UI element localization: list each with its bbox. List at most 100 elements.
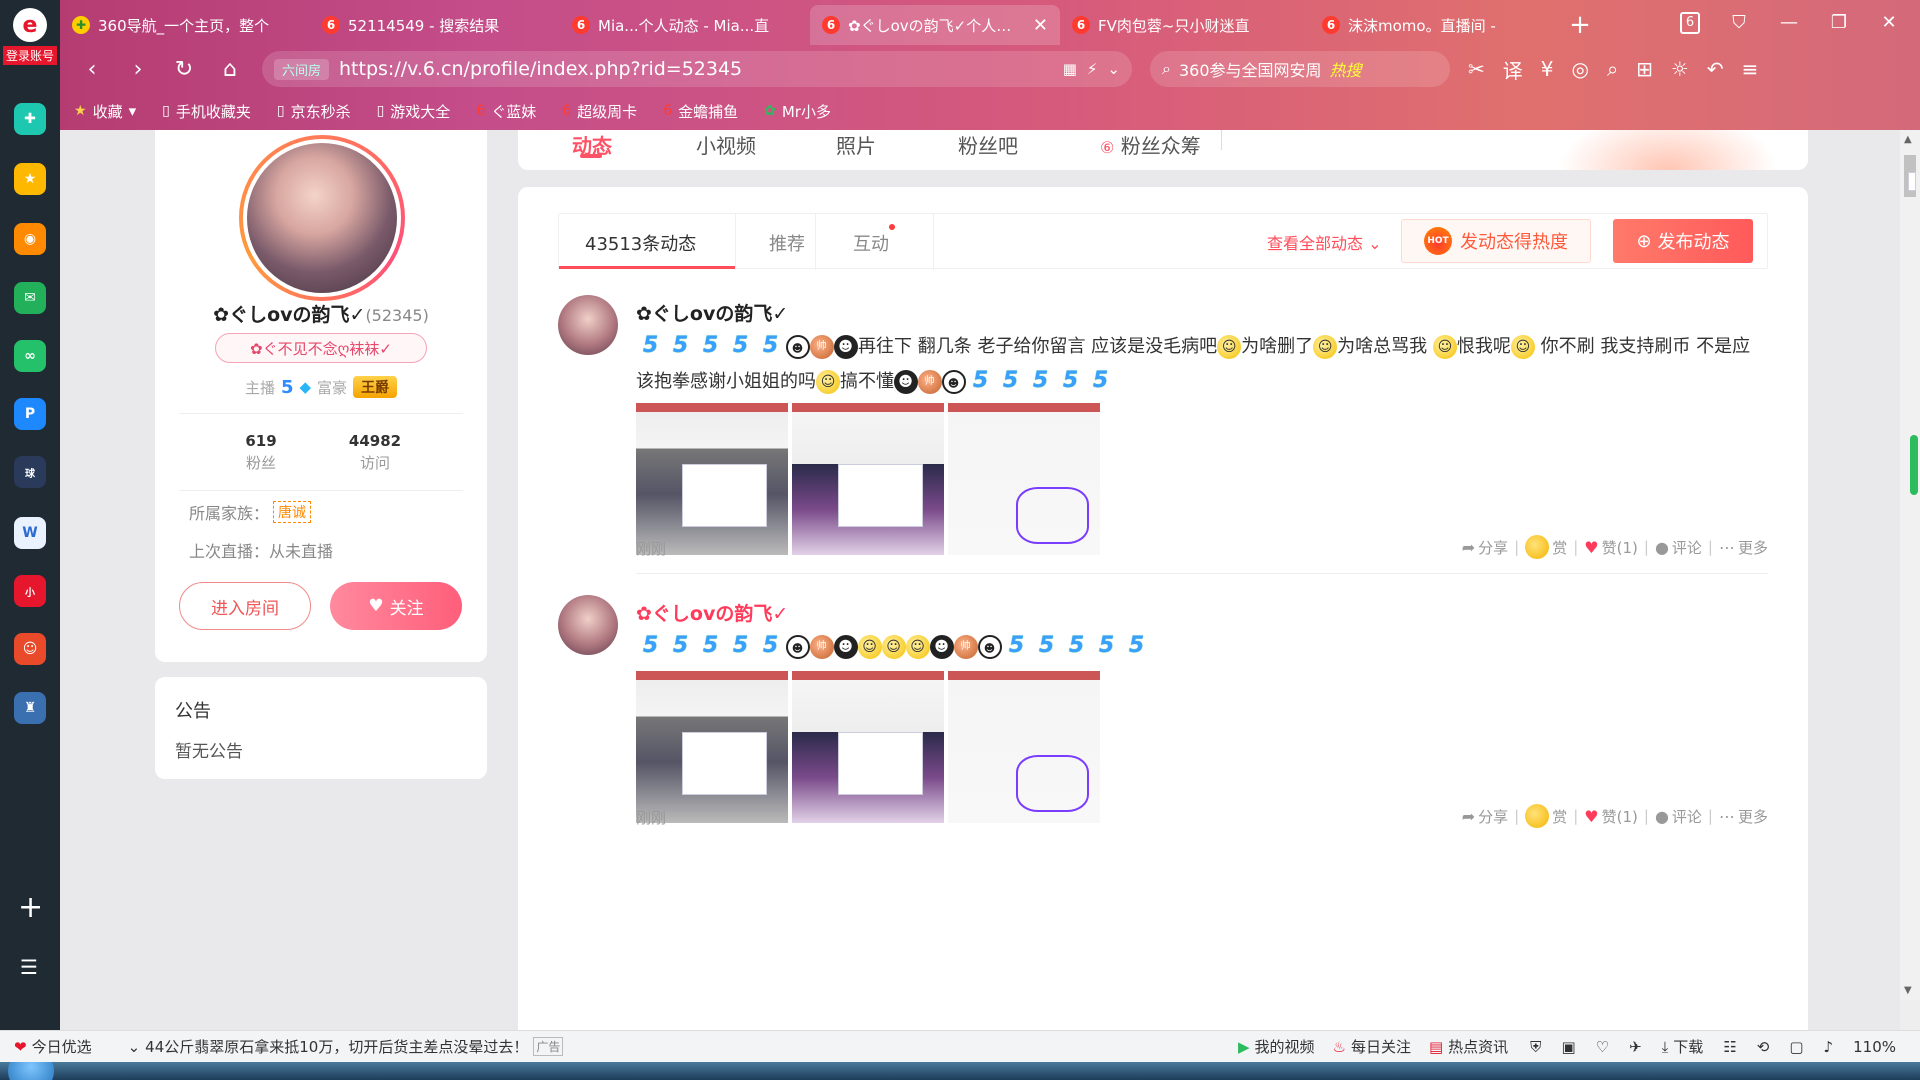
link-app-icon[interactable]: ∞: [14, 340, 46, 372]
bookmark-item[interactable]: ★ 收藏 ▾: [74, 101, 136, 122]
game-app-icon[interactable]: 球: [14, 456, 46, 488]
post-author[interactable]: ✿ぐしovの韵飞✓: [636, 299, 788, 326]
post-image[interactable]: [948, 671, 1100, 823]
volume-icon[interactable]: ♪: [1824, 1038, 1834, 1056]
shield-icon[interactable]: ⛨: [1530, 1038, 1541, 1056]
post-author[interactable]: ✿ぐしovの韵飞✓: [636, 599, 788, 626]
browser-tab[interactable]: 6 沫沫momo。直播间 -: [1310, 5, 1560, 45]
download-button[interactable]: ⤓ 下载: [1662, 1036, 1704, 1057]
hot-post-button[interactable]: HOT 发动态得热度: [1401, 219, 1591, 263]
minimize-button[interactable]: —: [1778, 12, 1800, 33]
more-button[interactable]: ⋯ 更多: [1719, 537, 1768, 558]
subtab-interact[interactable]: 互动: [853, 230, 889, 256]
start-button[interactable]: [8, 1062, 54, 1080]
today-picks[interactable]: ❤ 今日优选: [14, 1036, 92, 1057]
forward-icon[interactable]: ›: [124, 57, 152, 82]
bookmark-item[interactable]: ✿ Mr小多: [764, 101, 831, 122]
browser-tab[interactable]: 6 52114549 - 搜索结果: [310, 5, 560, 45]
my-video-button[interactable]: ▶ 我的视频: [1238, 1036, 1315, 1057]
sidebar-menu-icon[interactable]: ☰: [20, 955, 38, 979]
undo-icon[interactable]: ↶: [1707, 57, 1724, 81]
like-button[interactable]: ♥ 赞(1): [1584, 806, 1638, 827]
profile-tag[interactable]: ✿ぐ不见不念ღ袜袜✓: [215, 333, 427, 363]
browser-tab[interactable]: ✚ 360导航_一个主页，整个: [60, 5, 310, 45]
post-image[interactable]: [792, 671, 944, 823]
browser-tab[interactable]: 6 Mia...个人动态 - Mia...直: [560, 5, 810, 45]
tab-count-icon[interactable]: 6: [1680, 11, 1700, 34]
brightness-icon[interactable]: ☼: [1671, 57, 1689, 81]
add-app-icon[interactable]: +: [18, 890, 43, 925]
subtab-recommend[interactable]: 推荐: [769, 230, 805, 256]
weibo-logo[interactable]: e 登录账号: [3, 8, 58, 68]
reward-button[interactable]: 赏: [1525, 535, 1567, 559]
share-button[interactable]: ➦ 分享: [1462, 537, 1508, 558]
post-image[interactable]: [792, 403, 944, 555]
post-image[interactable]: [948, 403, 1100, 555]
scissors-icon[interactable]: ✂: [1468, 57, 1485, 81]
address-bar[interactable]: 六间房 https://v.6.cn/profile/index.php?rid…: [262, 51, 1132, 87]
avatar[interactable]: [239, 135, 405, 301]
scroll-down-icon[interactable]: ▼: [1904, 985, 1912, 996]
browser-tab-active[interactable]: 6 ✿ぐしovの韵飞✓个人动态 ✕: [810, 5, 1060, 45]
layout-icon[interactable]: ☷: [1723, 1038, 1736, 1056]
bookmark-item[interactable]: ▯ 游戏大全: [377, 101, 451, 122]
translate-icon[interactable]: 译: [1503, 55, 1523, 84]
apps-grid-icon[interactable]: ⊞: [1636, 57, 1653, 81]
bookmark-item[interactable]: 6 ぐ蓝妹: [476, 101, 536, 122]
window-icon[interactable]: ▢: [1789, 1038, 1803, 1056]
bookmark-item[interactable]: ▯ 手机收藏夹: [162, 101, 251, 122]
post-image[interactable]: [636, 403, 788, 555]
heart-outline-icon[interactable]: ♡: [1596, 1038, 1609, 1056]
mail-icon[interactable]: ✉: [14, 282, 46, 314]
share-button[interactable]: ➦ 分享: [1462, 806, 1508, 827]
menu-icon[interactable]: ≡: [1742, 57, 1759, 81]
publish-button[interactable]: ⊕ 发布动态: [1613, 219, 1753, 263]
restore-button[interactable]: ❐: [1828, 12, 1850, 33]
bookmark-item[interactable]: 6 金蟾捕鱼: [663, 101, 738, 122]
castle-game-icon[interactable]: ♜: [14, 692, 46, 724]
bookmark-item[interactable]: ▯ 京东秒杀: [277, 101, 351, 122]
more-button[interactable]: ⋯ 更多: [1719, 806, 1768, 827]
page-scrollbar[interactable]: ▲ ▼: [1900, 130, 1920, 1000]
coin-icon[interactable]: ¥: [1541, 57, 1554, 81]
login-label[interactable]: 登录账号: [3, 46, 58, 65]
word-doc-icon[interactable]: W: [14, 517, 46, 549]
tab-short-video[interactable]: 小视频: [696, 130, 756, 159]
news-ticker[interactable]: ⌄ 44公斤翡翠原石拿来抵10万，切开后货主差点没晕过去！ 广告: [128, 1036, 564, 1057]
family-badge[interactable]: 唐诚: [273, 501, 312, 523]
weibo-app-icon[interactable]: ◉: [14, 223, 46, 255]
tab-photos[interactable]: 照片: [836, 130, 876, 159]
comment-button[interactable]: ● 评论: [1655, 806, 1702, 827]
subtab-all-dynamics[interactable]: 43513条动态: [585, 230, 696, 256]
mini-app-icon[interactable]: 小: [14, 575, 46, 607]
search-input[interactable]: ⌕ 360参与全国网安周 热搜: [1150, 51, 1450, 87]
enter-room-button[interactable]: 进入房间: [179, 582, 311, 630]
comment-button[interactable]: ● 评论: [1655, 537, 1702, 558]
site-security-label[interactable]: 六间房: [274, 58, 330, 80]
rocket-icon[interactable]: ✈: [1629, 1038, 1642, 1056]
refresh-icon[interactable]: ↻: [170, 57, 198, 82]
hot-news-button[interactable]: ▤ 热点资讯: [1429, 1036, 1508, 1057]
skin-icon[interactable]: ⛉: [1728, 12, 1750, 33]
favorites-star-icon[interactable]: ★: [14, 163, 46, 195]
tab-fan-bar[interactable]: 粉丝吧: [958, 130, 1018, 159]
bolt-icon[interactable]: ⚡: [1087, 60, 1098, 78]
bookmark-item[interactable]: 6 超级周卡: [562, 101, 637, 122]
tab-crowdfunding[interactable]: ⑥ 粉丝众筹: [1100, 130, 1201, 159]
url-text[interactable]: https://v.6.cn/profile/index.php?rid=523…: [339, 58, 1053, 80]
zoom-level[interactable]: 110%: [1853, 1038, 1896, 1056]
new-tab-button[interactable]: +: [1560, 5, 1600, 45]
scrollbar-thumb[interactable]: [1904, 155, 1916, 197]
back-icon[interactable]: ‹: [78, 57, 106, 82]
post-image[interactable]: [636, 671, 788, 823]
gamepad-icon[interactable]: ◎: [1572, 57, 1589, 81]
game-character-icon[interactable]: ☺: [14, 633, 46, 665]
view-all-dropdown[interactable]: 查看全部动态 ⌄: [1267, 230, 1382, 254]
home-icon[interactable]: ⌂: [216, 57, 244, 82]
chevron-down-icon[interactable]: ⌄: [1107, 60, 1120, 78]
close-window-button[interactable]: ✕: [1878, 12, 1900, 33]
daily-follow-button[interactable]: ♨ 每日关注: [1333, 1036, 1411, 1057]
like-button[interactable]: ♥ 赞(1): [1584, 537, 1638, 558]
post-avatar[interactable]: [558, 295, 618, 355]
qr-icon[interactable]: ▦: [1063, 60, 1077, 78]
